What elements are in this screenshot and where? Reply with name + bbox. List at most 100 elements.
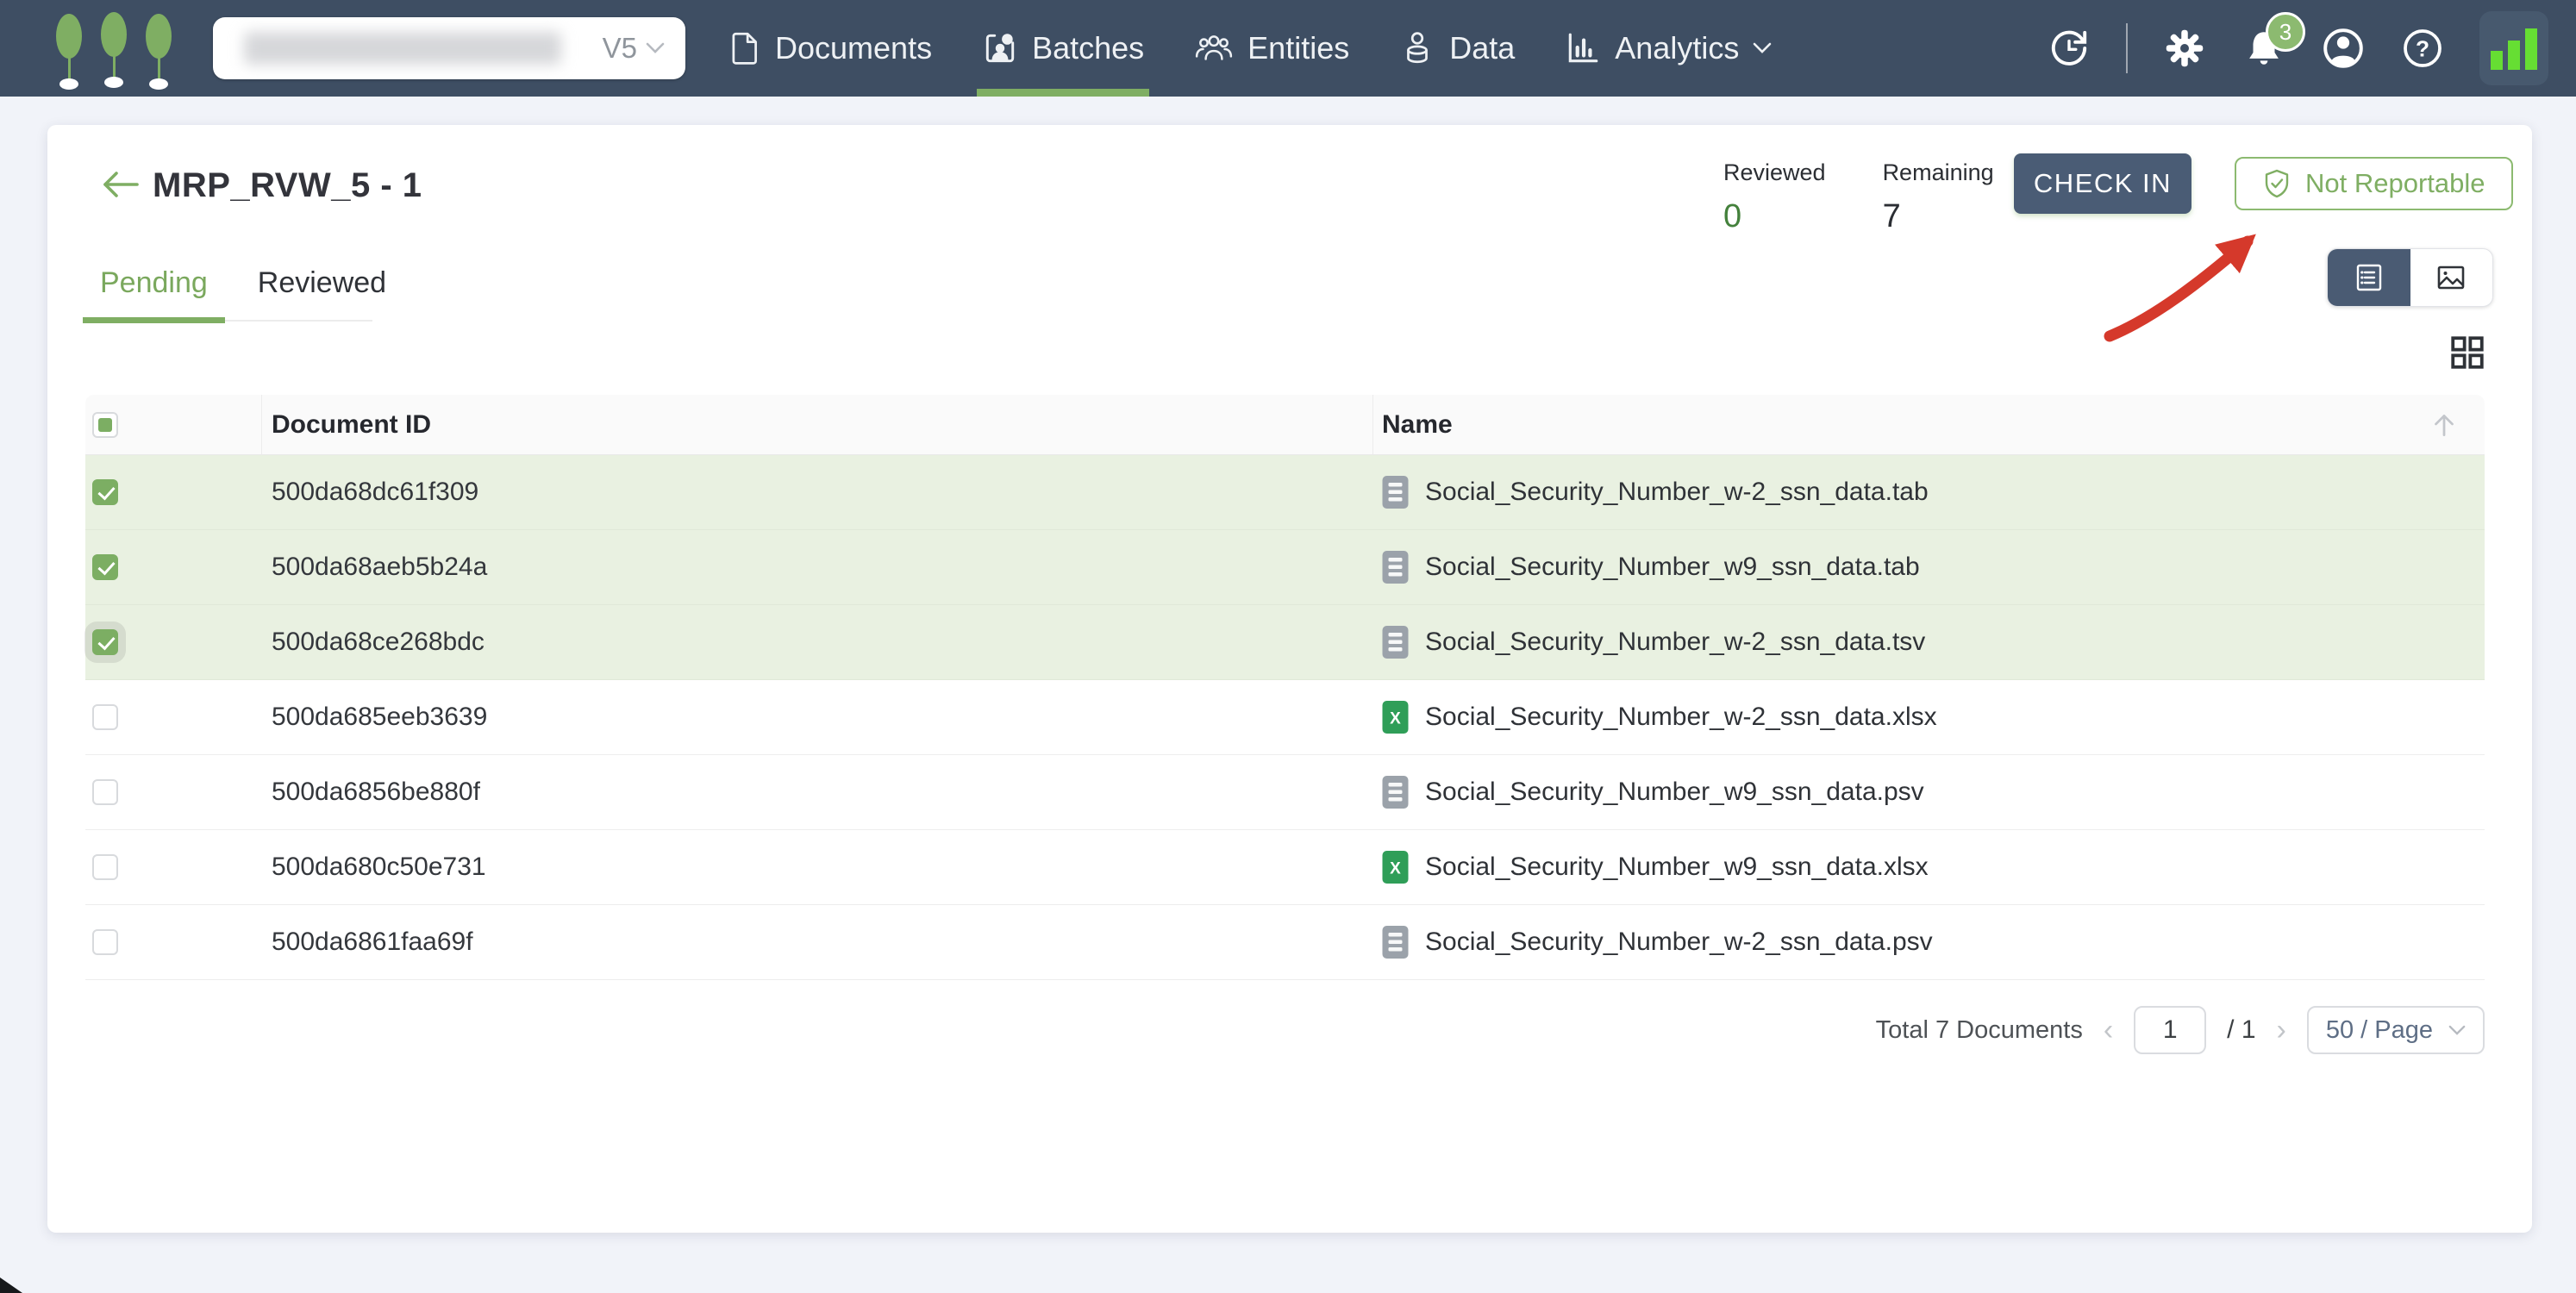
table-row[interactable]: 500da68ce268bdc Social_Security_Number_w-… bbox=[85, 605, 2485, 680]
document-id-cell: 500da68ce268bdc bbox=[262, 628, 1373, 657]
document-id-cell: 500da6856be880f bbox=[262, 778, 1373, 807]
row-checkbox[interactable] bbox=[92, 704, 118, 730]
excel-file-icon: X bbox=[1382, 851, 1409, 884]
document-name-label: Social_Security_Number_w-2_ssn_data.tsv bbox=[1425, 628, 1925, 657]
file-text-icon bbox=[1382, 476, 1409, 509]
page-size-select[interactable]: 50 / Page bbox=[2307, 1006, 2485, 1054]
version-dropdown[interactable]: V5 bbox=[603, 32, 665, 65]
chevron-down-icon bbox=[2448, 1025, 2466, 1036]
batch-review-card: MRP_RVW_5 - 1 Reviewed 0 Remaining 7 CHE… bbox=[47, 125, 2532, 1233]
file-text-icon bbox=[1382, 551, 1409, 584]
document-id-cell: 500da685eeb3639 bbox=[262, 703, 1373, 732]
red-annotation-arrow bbox=[2065, 207, 2306, 353]
back-arrow-icon[interactable] bbox=[101, 170, 141, 203]
analytics-app-launcher-icon[interactable] bbox=[2479, 11, 2548, 85]
previous-page-icon[interactable]: ‹ bbox=[2104, 1015, 2113, 1045]
page-number-input[interactable]: 1 bbox=[2134, 1006, 2206, 1054]
chevron-down-icon bbox=[1753, 42, 1772, 54]
gear-icon[interactable] bbox=[2162, 26, 2207, 71]
review-stats: Reviewed 0 Remaining 7 bbox=[1723, 159, 1994, 235]
nav-label: Batches bbox=[1032, 30, 1144, 66]
search-input[interactable]: V5 bbox=[213, 17, 685, 79]
row-checkbox[interactable] bbox=[92, 554, 118, 580]
notifications-bell-icon[interactable]: 3 bbox=[2241, 26, 2286, 71]
table-row[interactable]: 500da68aeb5b24a Social_Security_Number_w9… bbox=[85, 530, 2485, 605]
help-icon[interactable]: ? bbox=[2400, 26, 2445, 71]
stat-value: 0 bbox=[1723, 198, 1826, 235]
documents-table: Document ID Name 500da68dc61f309Social_S… bbox=[85, 395, 2485, 1054]
chevron-down-icon bbox=[646, 42, 665, 54]
document-id-cell: 500da68dc61f309 bbox=[262, 478, 1373, 507]
svg-text:X: X bbox=[1390, 860, 1401, 878]
tab-pending[interactable]: Pending bbox=[83, 254, 225, 323]
document-name-cell: Social_Security_Number_w-2_ssn_data.psv bbox=[1373, 905, 2485, 979]
document-name-label: Social_Security_Number_w9_ssn_data.tab bbox=[1425, 553, 1920, 582]
document-name-label: Social_Security_Number_w9_ssn_data.psv bbox=[1425, 778, 1924, 807]
column-header-name: Name bbox=[1372, 395, 2485, 454]
list-view-button[interactable] bbox=[2328, 249, 2410, 306]
document-name-cell: Social_Security_Number_w9_ssn_data.psv bbox=[1373, 755, 2485, 829]
row-checkbox[interactable] bbox=[92, 479, 118, 505]
table-row[interactable]: 500da6856be880f Social_Security_Number_w9… bbox=[85, 755, 2485, 830]
nav-label: Entities bbox=[1247, 30, 1349, 66]
file-text-icon bbox=[1382, 776, 1409, 809]
document-icon bbox=[728, 30, 761, 66]
image-view-button[interactable] bbox=[2410, 249, 2493, 306]
stat-remaining: Remaining 7 bbox=[1883, 159, 1994, 235]
data-icon bbox=[1399, 30, 1435, 66]
nav-item-documents[interactable]: Documents bbox=[728, 0, 932, 97]
excel-file-icon: X bbox=[1382, 701, 1409, 734]
pagination-bar: Total 7 Documents ‹ 1 / 1 › 50 / Page bbox=[85, 1006, 2485, 1054]
row-checkbox[interactable] bbox=[92, 779, 118, 805]
topbar-actions: 3 ? bbox=[2047, 0, 2548, 97]
document-id-cell: 500da6861faa69f bbox=[262, 928, 1373, 957]
column-header-document-id: Document ID bbox=[262, 410, 1373, 440]
table-header-row: Document ID Name bbox=[85, 395, 2485, 455]
table-row[interactable]: 500da680c50e731 X Social_Security_Number_w… bbox=[85, 830, 2485, 905]
nav-item-data[interactable]: Data bbox=[1399, 0, 1515, 97]
app-logo[interactable] bbox=[50, 10, 179, 90]
nav-item-batches[interactable]: Batches bbox=[982, 0, 1144, 97]
version-label: V5 bbox=[603, 32, 637, 65]
select-all-checkbox[interactable] bbox=[92, 412, 118, 438]
document-name-cell: Social_Security_Number_w-2_ssn_data.tab bbox=[1373, 455, 2485, 529]
total-documents-label: Total 7 Documents bbox=[1876, 1016, 2083, 1045]
sort-ascending-icon[interactable] bbox=[2428, 409, 2460, 446]
top-bar: V5 Documents Batches Entities bbox=[0, 0, 2576, 97]
notification-count-badge: 3 bbox=[2266, 12, 2305, 52]
page-title: MRP_RVW_5 - 1 bbox=[153, 166, 422, 205]
batch-icon bbox=[982, 30, 1018, 66]
analytics-icon bbox=[1565, 30, 1601, 66]
stat-label: Reviewed bbox=[1723, 159, 1826, 186]
row-checkbox[interactable] bbox=[92, 854, 118, 880]
history-icon[interactable] bbox=[2047, 26, 2091, 71]
document-id-cell: 500da680c50e731 bbox=[262, 853, 1373, 882]
check-in-button[interactable]: CHECK IN bbox=[2014, 153, 2191, 214]
status-badge-label: Not Reportable bbox=[2305, 168, 2485, 199]
nav-item-analytics[interactable]: Analytics bbox=[1565, 0, 1772, 97]
shield-check-icon bbox=[2262, 168, 2292, 199]
document-name-cell: X Social_Security_Number_w-2_ssn_data.xls… bbox=[1373, 680, 2485, 754]
table-row[interactable]: 500da6861faa69fSocial_Security_Number_w-… bbox=[85, 905, 2485, 980]
stat-value: 7 bbox=[1883, 198, 1994, 235]
file-text-icon bbox=[1382, 926, 1409, 959]
document-name-label: Social_Security_Number_w9_ssn_data.xlsx bbox=[1425, 853, 1929, 882]
document-name-label: Social_Security_Number_w-2_ssn_data.xlsx bbox=[1425, 703, 1937, 732]
document-id-cell: 500da68aeb5b24a bbox=[262, 553, 1373, 582]
file-text-icon bbox=[1382, 626, 1409, 659]
not-reportable-button[interactable]: Not Reportable bbox=[2235, 157, 2513, 210]
nav-item-entities[interactable]: Entities bbox=[1194, 0, 1349, 97]
image-view-icon bbox=[2435, 262, 2467, 293]
row-checkbox[interactable] bbox=[92, 629, 118, 655]
column-settings-grid-icon[interactable] bbox=[2451, 336, 2484, 369]
document-name-cell: X Social_Security_Number_w9_ssn_data.xlsx bbox=[1373, 830, 2485, 904]
row-checkbox[interactable] bbox=[92, 929, 118, 955]
table-row[interactable]: 500da685eeb3639 X Social_Security_Number_w… bbox=[85, 680, 2485, 755]
list-view-icon bbox=[2354, 262, 2385, 293]
stat-reviewed: Reviewed 0 bbox=[1723, 159, 1826, 235]
redacted-search-text bbox=[244, 32, 561, 65]
table-row[interactable]: 500da68dc61f309Social_Security_Number_w-… bbox=[85, 455, 2485, 530]
tab-reviewed[interactable]: Reviewed bbox=[241, 254, 403, 323]
user-avatar-icon[interactable] bbox=[2321, 26, 2366, 71]
next-page-icon[interactable]: › bbox=[2277, 1015, 2286, 1045]
